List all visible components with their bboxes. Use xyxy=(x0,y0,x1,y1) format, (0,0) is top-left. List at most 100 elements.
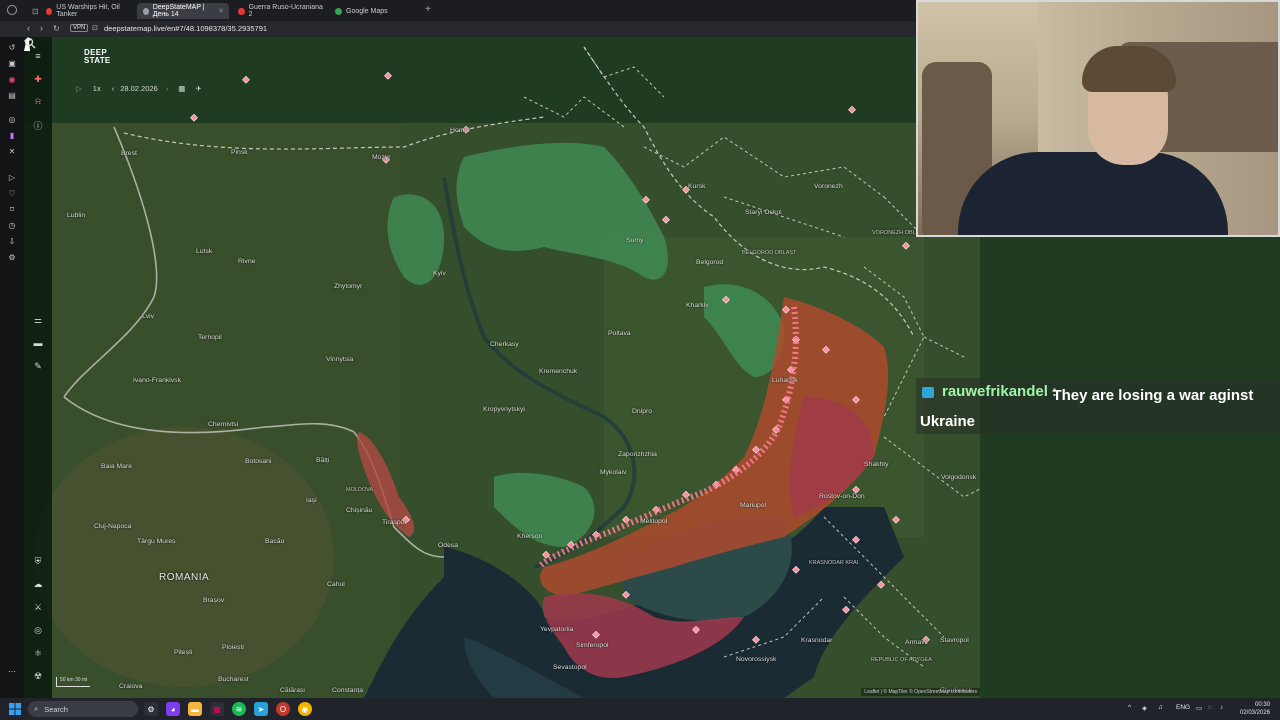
close-tab-icon[interactable]: ✕ xyxy=(218,7,224,15)
city-label[interactable]: Novorossiysk xyxy=(736,656,776,663)
display-icon[interactable]: ▭ xyxy=(1196,704,1202,712)
city-label[interactable]: Zhytomyr xyxy=(334,283,362,290)
opera-icon[interactable]: O xyxy=(276,702,290,716)
city-label[interactable]: Bacău xyxy=(265,538,284,545)
taskbar-search[interactable]: ⌕ Search xyxy=(28,701,138,717)
deepstate-logo[interactable]: DEEP STATE xyxy=(84,49,111,65)
city-label[interactable]: Baia Mare xyxy=(101,463,132,470)
search-icon[interactable] xyxy=(24,37,36,49)
city-label[interactable]: Chernivtsi xyxy=(208,421,238,428)
city-label[interactable]: Staryi Oskol xyxy=(745,209,782,216)
city-label[interactable]: Zaporizhzhia xyxy=(618,451,657,458)
city-label[interactable]: Craiova xyxy=(119,683,142,690)
city-label[interactable]: Krasnodar xyxy=(801,637,832,644)
city-label[interactable]: Bălți xyxy=(316,457,329,464)
city-label[interactable]: REPUBLIC OF ADYGEA xyxy=(871,657,932,663)
city-label[interactable]: Shakhty xyxy=(864,461,889,468)
city-label[interactable]: Iași xyxy=(306,497,317,504)
language-indicator[interactable]: ENG xyxy=(1176,704,1190,711)
discord-icon[interactable]: ◕ xyxy=(166,702,180,716)
city-label[interactable]: Cahul xyxy=(327,581,345,588)
city-label[interactable]: Sumy xyxy=(626,237,643,244)
city-label[interactable]: Cluj-Napoca xyxy=(94,523,131,530)
clock[interactable]: 00:30 02/03/2026 xyxy=(1240,701,1270,717)
tray-expand-icon[interactable]: ^ xyxy=(1128,704,1131,711)
reload-icon[interactable]: ↻ xyxy=(53,24,60,33)
app-icon[interactable]: ▦ xyxy=(210,702,224,716)
radiation-icon[interactable]: ☢ xyxy=(32,670,44,682)
bag-icon[interactable]: ▣ xyxy=(6,57,18,69)
chrome-icon[interactable]: ◉ xyxy=(298,702,312,716)
speed-button[interactable]: 1x xyxy=(93,84,101,93)
play-icon[interactable]: ▷ xyxy=(6,171,18,183)
date-display[interactable]: 28.02.2026 xyxy=(120,84,158,93)
play-icon[interactable]: ▷ xyxy=(76,84,82,93)
city-label[interactable]: Simferopol xyxy=(576,642,609,649)
twitch-icon[interactable]: ▮ xyxy=(6,129,18,141)
city-label[interactable]: Rivne xyxy=(238,258,255,265)
city-label[interactable]: MOLDOVA xyxy=(346,487,373,493)
city-label[interactable]: Mykolaiv xyxy=(600,469,626,476)
city-label[interactable]: Ploiești xyxy=(222,644,244,651)
hamburger-menu-icon[interactable]: ≡ xyxy=(32,50,44,62)
city-label[interactable]: Brașov xyxy=(203,597,224,604)
calendar-icon[interactable]: ▦ xyxy=(178,84,185,93)
new-tab-button[interactable]: + xyxy=(425,4,431,15)
url-field[interactable]: deepstatemap.live/en#7/48.1098378/35.293… xyxy=(104,24,267,33)
share-icon[interactable]: ✈ xyxy=(195,84,201,93)
ruler-icon[interactable]: ▬ xyxy=(32,337,44,349)
city-label[interactable]: Lviv xyxy=(142,313,154,320)
file-explorer-icon[interactable]: ▬ xyxy=(188,702,202,716)
vpn-badge[interactable]: VPN xyxy=(70,24,89,32)
city-label[interactable]: Bucharest xyxy=(218,676,249,683)
cloud-icon[interactable]: ☁ xyxy=(32,578,44,590)
city-label[interactable]: Volgodonsk xyxy=(941,474,976,481)
volume-icon[interactable]: ♪ xyxy=(1220,704,1223,711)
heart-icon[interactable]: ♡ xyxy=(6,187,18,199)
nuclear-plant-icon[interactable]: ⚛ xyxy=(32,647,44,659)
map-attribution[interactable]: Leaflet | © MapTiler © OpenStreetMap con… xyxy=(861,688,980,696)
tab-1[interactable]: DeepStateMAP | День 14 ✕ xyxy=(137,3,229,19)
info-icon[interactable]: ⓘ xyxy=(32,119,44,131)
city-label[interactable]: Vinnytsia xyxy=(326,356,353,363)
back-icon[interactable]: ‹ xyxy=(27,23,30,33)
tab-3[interactable]: Google Maps xyxy=(329,3,421,19)
bookmark-icon[interactable]: ⌑ xyxy=(6,203,18,215)
city-label[interactable]: Chișinău xyxy=(346,507,372,514)
city-label[interactable]: Lutsk xyxy=(196,248,212,255)
city-label[interactable]: Armavir xyxy=(905,639,928,646)
city-label[interactable]: Pitești xyxy=(174,649,193,656)
tab-actions-icon[interactable]: ⊡ xyxy=(26,3,39,19)
widgets-icon[interactable]: ⚙ xyxy=(144,702,158,716)
tab-0[interactable]: US Warships Hit, Oil Tanker xyxy=(40,3,134,19)
city-label[interactable]: Rostov-on-Don xyxy=(819,493,865,500)
chat-icon[interactable]: ▤ xyxy=(6,89,18,101)
city-label[interactable]: Voronezh xyxy=(814,183,843,190)
city-label[interactable]: Mozyr xyxy=(372,154,391,161)
city-label[interactable]: Tiraspol xyxy=(382,519,406,526)
draw-icon[interactable]: ✎ xyxy=(32,360,44,372)
instagram-icon[interactable]: ◉ xyxy=(6,73,18,85)
previous-day-icon[interactable]: ‹ xyxy=(112,84,115,93)
layers-filter-icon[interactable]: ⚌ xyxy=(32,314,44,326)
city-label[interactable]: Ivano-Frankivsk xyxy=(133,377,181,384)
military-unit-icon[interactable]: ⚔ xyxy=(32,601,44,613)
next-day-icon[interactable]: › xyxy=(166,84,169,93)
history-icon[interactable]: ↺ xyxy=(6,41,18,53)
forward-icon[interactable]: › xyxy=(40,23,43,33)
city-label[interactable]: Kherson xyxy=(517,533,542,540)
telegram-icon[interactable]: ➤ xyxy=(254,702,268,716)
city-label[interactable]: Botosani xyxy=(245,458,271,465)
city-label[interactable]: Mariupol xyxy=(740,502,766,509)
x-icon[interactable]: ✕ xyxy=(6,145,18,157)
city-label[interactable]: Yevpatoriia xyxy=(540,626,573,633)
lock-icon[interactable]: ⊡ xyxy=(92,24,98,32)
city-label[interactable]: Odesa xyxy=(438,542,458,549)
clock-icon[interactable]: ◷ xyxy=(6,219,18,231)
city-label[interactable]: Kremenchuk xyxy=(539,368,577,375)
city-label[interactable]: BELGOROD OBLAST xyxy=(742,250,796,256)
city-label[interactable]: Luhansk xyxy=(772,377,798,384)
wifi-icon[interactable]: ◌ xyxy=(1208,704,1212,711)
network-icon[interactable]: ◈ xyxy=(1142,704,1147,712)
messenger-icon[interactable]: ◎ xyxy=(6,113,18,125)
